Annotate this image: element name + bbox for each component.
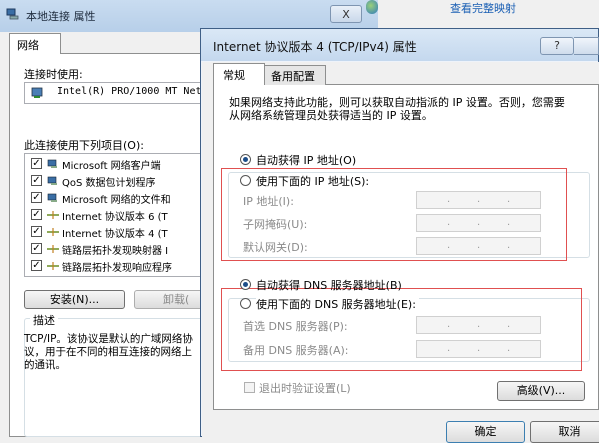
dialog-title: Internet 协议版本 4 (TCP/IPv4) 属性 [213,40,417,54]
view-full-map-link[interactable]: 查看完整映射 [450,0,516,16]
protocol-icon [47,261,59,271]
item-checkbox[interactable]: ✓ [31,260,42,271]
qos-icon [47,176,59,186]
item-checkbox[interactable]: ✓ [31,226,42,237]
items-label: 此连接使用下列项目(O): [24,139,144,152]
item-checkbox[interactable]: ✓ [31,209,42,220]
ok-button[interactable]: 确定 [446,421,525,443]
alternate-dns-label: 备用 DNS 服务器(A): [243,344,349,357]
uninstall-button[interactable]: 卸载( [134,290,205,309]
help-button[interactable]: ? [540,37,574,55]
connect-using-label: 连接时使用: [24,68,83,81]
default-gateway-input[interactable]: ... [416,237,541,255]
subnet-mask-input[interactable]: ... [416,214,541,232]
item-checkbox[interactable]: ✓ [31,243,42,254]
file-sharing-icon [47,193,59,203]
list-item-label: 链路层拓扑发现响应程序 [62,263,172,274]
item-checkbox[interactable]: ✓ [31,192,42,203]
preferred-dns-input[interactable]: ... [416,316,541,334]
network-client-icon [47,159,59,169]
list-item-label: Internet 协议版本 6 (T [62,212,168,223]
protocol-icon [47,244,59,254]
list-item-label: Internet 协议版本 4 (T [62,229,168,240]
ip-address-label: IP 地址(I): [243,195,294,208]
validate-settings-label[interactable]: 退出时验证设置(L) [259,380,351,396]
manual-dns-radio[interactable] [240,298,251,309]
item-checkbox[interactable]: ✓ [31,175,42,186]
network-connection-icon [6,8,19,20]
adapter-field: Intel(R) PRO/1000 MT Netw [24,82,205,104]
list-item-label: Microsoft 网络客户端 [62,161,161,172]
description-text: TCP/IP。该协议是默认的广域网络协议，用于在不同的相互连接的网络上的通讯。 [24,333,193,371]
list-item-label: QoS 数据包计划程序 [62,178,156,189]
auto-dns-radio[interactable] [240,279,251,290]
preferred-dns-label: 首选 DNS 服务器(P): [243,320,348,333]
cancel-button[interactable]: 取消 [530,421,599,443]
validate-settings-checkbox[interactable] [244,382,255,393]
auto-ip-label[interactable]: 自动获得 IP 地址(O) [256,152,356,168]
auto-dns-label[interactable]: 自动获得 DNS 服务器地址(B) [256,277,402,293]
description-legend: 描述 [30,312,58,328]
network-adapter-icon [31,87,43,98]
list-item-label: 链路层拓扑发现映射器 I [62,246,169,257]
bg-window-title: 本地连接 属性 [26,10,96,23]
globe-icon [366,0,378,14]
item-checkbox[interactable]: ✓ [31,158,42,169]
install-button[interactable]: 安装(N)... [24,290,125,309]
adapter-name: Intel(R) PRO/1000 MT Netw [57,86,205,97]
protocol-icon [47,227,59,237]
tab-alternate-config[interactable]: 备用配置 [265,65,326,85]
manual-ip-label[interactable]: 使用下面的 IP 地址(S): [256,173,373,189]
manual-ip-radio[interactable] [240,175,251,186]
connection-items-list[interactable]: ✓ Microsoft 网络客户端 ✓ QoS 数据包计划程序 ✓ Microsoft 网… [24,153,205,277]
auto-ip-radio[interactable] [240,154,251,165]
ip-address-input[interactable]: ... [416,191,541,209]
subnet-mask-label: 子网掩码(U): [243,218,308,231]
advanced-button[interactable]: 高级(V)... [497,381,585,401]
protocol-icon [47,210,59,220]
bg-close-button[interactable]: X [330,5,362,23]
close-button[interactable] [574,37,599,55]
tab-general[interactable]: 常规 [213,63,265,85]
list-item-label: Microsoft 网络的文件和 [62,195,171,206]
alternate-dns-input[interactable]: ... [416,340,541,358]
manual-dns-label[interactable]: 使用下面的 DNS 服务器地址(E): [256,296,419,312]
default-gateway-label: 默认网关(D): [243,241,308,254]
intro-text: 如果网络支持此功能，则可以获取自动指派的 IP 设置。否则，您需要从网络系统管理… [229,96,565,122]
tab-network[interactable]: 网络 [9,33,61,54]
